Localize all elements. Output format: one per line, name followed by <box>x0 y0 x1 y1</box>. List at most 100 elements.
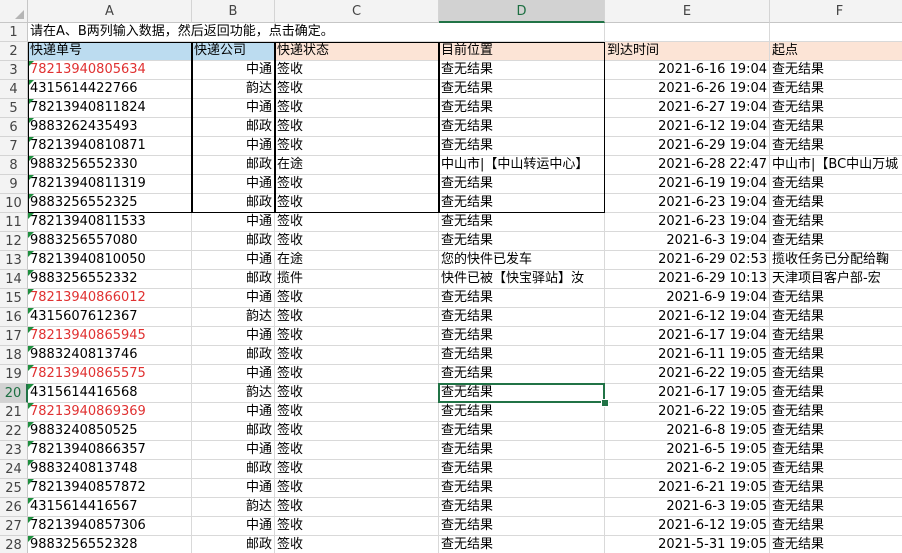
arrival-time-cell[interactable]: 2021-6-29 02:53 <box>605 251 770 270</box>
arrival-time-cell[interactable]: 2021-6-17 19:05 <box>605 384 770 403</box>
origin-cell[interactable]: 天津项目客户部-宏 <box>770 270 902 289</box>
status-cell[interactable]: 签收 <box>275 479 439 498</box>
row-header[interactable]: 11 <box>0 213 28 232</box>
arrival-time-cell[interactable]: 2021-6-12 19:05 <box>605 517 770 536</box>
row-header[interactable]: 9 <box>0 175 28 194</box>
courier-cell[interactable]: 韵达 <box>192 80 275 99</box>
origin-cell[interactable]: 查无结果 <box>770 327 902 346</box>
status-cell[interactable]: 签收 <box>275 289 439 308</box>
row-header[interactable]: 24 <box>0 460 28 479</box>
courier-cell[interactable]: 中通 <box>192 365 275 384</box>
tracking-number-cell[interactable]: 9883240850525 <box>28 422 192 441</box>
table-cell[interactable] <box>439 23 605 42</box>
fill-handle[interactable] <box>601 399 609 407</box>
courier-cell[interactable]: 中通 <box>192 251 275 270</box>
row-header[interactable]: 16 <box>0 308 28 327</box>
arrival-time-cell[interactable]: 2021-6-19 19:04 <box>605 175 770 194</box>
tracking-number-cell[interactable]: 78213940811824 <box>28 99 192 118</box>
row-header[interactable]: 6 <box>0 118 28 137</box>
location-cell[interactable]: 查无结果 <box>439 213 605 232</box>
courier-cell[interactable]: 中通 <box>192 61 275 80</box>
origin-cell[interactable]: 揽收任务已分配给鞠 <box>770 251 902 270</box>
origin-cell[interactable]: 查无结果 <box>770 99 902 118</box>
origin-cell[interactable]: 查无结果 <box>770 213 902 232</box>
origin-cell[interactable]: 查无结果 <box>770 517 902 536</box>
origin-cell[interactable]: 查无结果 <box>770 441 902 460</box>
row-header[interactable]: 28 <box>0 536 28 553</box>
column-header-c[interactable]: C <box>275 0 439 23</box>
courier-cell[interactable]: 邮政 <box>192 346 275 365</box>
tracking-number-cell[interactable]: 78213940811533 <box>28 213 192 232</box>
status-cell[interactable]: 签收 <box>275 61 439 80</box>
arrival-time-cell[interactable]: 2021-6-26 19:04 <box>605 80 770 99</box>
courier-cell[interactable]: 邮政 <box>192 536 275 553</box>
status-cell[interactable]: 签收 <box>275 403 439 422</box>
status-cell[interactable]: 签收 <box>275 441 439 460</box>
location-cell[interactable]: 查无结果 <box>439 422 605 441</box>
header-tracking-number[interactable]: 快递单号 <box>28 42 192 61</box>
arrival-time-cell[interactable]: 2021-6-5 19:05 <box>605 441 770 460</box>
arrival-time-cell[interactable]: 2021-6-12 19:04 <box>605 118 770 137</box>
arrival-time-cell[interactable]: 2021-6-16 19:04 <box>605 61 770 80</box>
header-arrival-time[interactable]: 到达时间 <box>605 42 770 61</box>
row-header[interactable]: 25 <box>0 479 28 498</box>
courier-cell[interactable]: 邮政 <box>192 460 275 479</box>
tracking-number-cell[interactable]: 78213940865945 <box>28 327 192 346</box>
row-header[interactable]: 26 <box>0 498 28 517</box>
status-cell[interactable]: 签收 <box>275 346 439 365</box>
arrival-time-cell[interactable]: 2021-6-8 19:05 <box>605 422 770 441</box>
row-header[interactable]: 21 <box>0 403 28 422</box>
origin-cell[interactable]: 查无结果 <box>770 346 902 365</box>
location-cell[interactable]: 查无结果 <box>439 99 605 118</box>
status-cell[interactable]: 签收 <box>275 384 439 403</box>
tracking-number-cell[interactable]: 9883262435493 <box>28 118 192 137</box>
spreadsheet-grid[interactable]: A B C D E F 1 2 3 4 5 6 7 8 9 10 11 12 13 14 15 16 17 18 19 20 21 2… <box>0 0 902 553</box>
row-header[interactable]: 20 <box>0 384 28 403</box>
origin-cell[interactable]: 查无结果 <box>770 61 902 80</box>
row-header[interactable]: 5 <box>0 99 28 118</box>
arrival-time-cell[interactable]: 2021-6-9 19:04 <box>605 289 770 308</box>
row-header[interactable]: 12 <box>0 232 28 251</box>
origin-cell[interactable]: 查无结果 <box>770 80 902 99</box>
status-cell[interactable]: 签收 <box>275 517 439 536</box>
tracking-number-cell[interactable]: 4315614416567 <box>28 498 192 517</box>
courier-cell[interactable]: 中通 <box>192 327 275 346</box>
tracking-number-cell[interactable]: 78213940805634 <box>28 61 192 80</box>
location-cell[interactable]: 快件已被【快宝驿站】汝 <box>439 270 605 289</box>
status-cell[interactable]: 签收 <box>275 232 439 251</box>
column-header-a[interactable]: A <box>28 0 192 23</box>
courier-cell[interactable]: 邮政 <box>192 232 275 251</box>
courier-cell[interactable]: 中通 <box>192 213 275 232</box>
origin-cell[interactable]: 查无结果 <box>770 194 902 213</box>
location-cell[interactable]: 查无结果 <box>439 441 605 460</box>
location-cell[interactable]: 查无结果 <box>439 289 605 308</box>
origin-cell[interactable]: 查无结果 <box>770 403 902 422</box>
courier-cell[interactable]: 邮政 <box>192 118 275 137</box>
origin-cell[interactable]: 查无结果 <box>770 175 902 194</box>
row-header[interactable]: 10 <box>0 194 28 213</box>
tracking-number-cell[interactable]: 78213940869369 <box>28 403 192 422</box>
row-header[interactable]: 27 <box>0 517 28 536</box>
status-cell[interactable]: 签收 <box>275 118 439 137</box>
status-cell[interactable]: 签收 <box>275 308 439 327</box>
origin-cell[interactable]: 查无结果 <box>770 422 902 441</box>
table-cell[interactable] <box>770 23 902 42</box>
courier-cell[interactable]: 韵达 <box>192 498 275 517</box>
tracking-number-cell[interactable]: 4315607612367 <box>28 308 192 327</box>
arrival-time-cell[interactable]: 2021-6-29 10:13 <box>605 270 770 289</box>
header-courier[interactable]: 快递公司 <box>192 42 275 61</box>
courier-cell[interactable]: 中通 <box>192 289 275 308</box>
location-cell[interactable]: 查无结果 <box>439 460 605 479</box>
tracking-number-cell[interactable]: 78213940857306 <box>28 517 192 536</box>
location-cell[interactable]: 查无结果 <box>439 80 605 99</box>
location-cell[interactable]: 查无结果 <box>439 232 605 251</box>
tracking-number-cell[interactable]: 4315614416568 <box>28 384 192 403</box>
courier-cell[interactable]: 韵达 <box>192 308 275 327</box>
tracking-number-cell[interactable]: 9883256552332 <box>28 270 192 289</box>
origin-cell[interactable]: 查无结果 <box>770 308 902 327</box>
tracking-number-cell[interactable]: 9883256552325 <box>28 194 192 213</box>
origin-cell[interactable]: 查无结果 <box>770 137 902 156</box>
origin-cell[interactable]: 查无结果 <box>770 232 902 251</box>
header-location[interactable]: 目前位置 <box>439 42 605 61</box>
location-cell[interactable]: 查无结果 <box>439 118 605 137</box>
